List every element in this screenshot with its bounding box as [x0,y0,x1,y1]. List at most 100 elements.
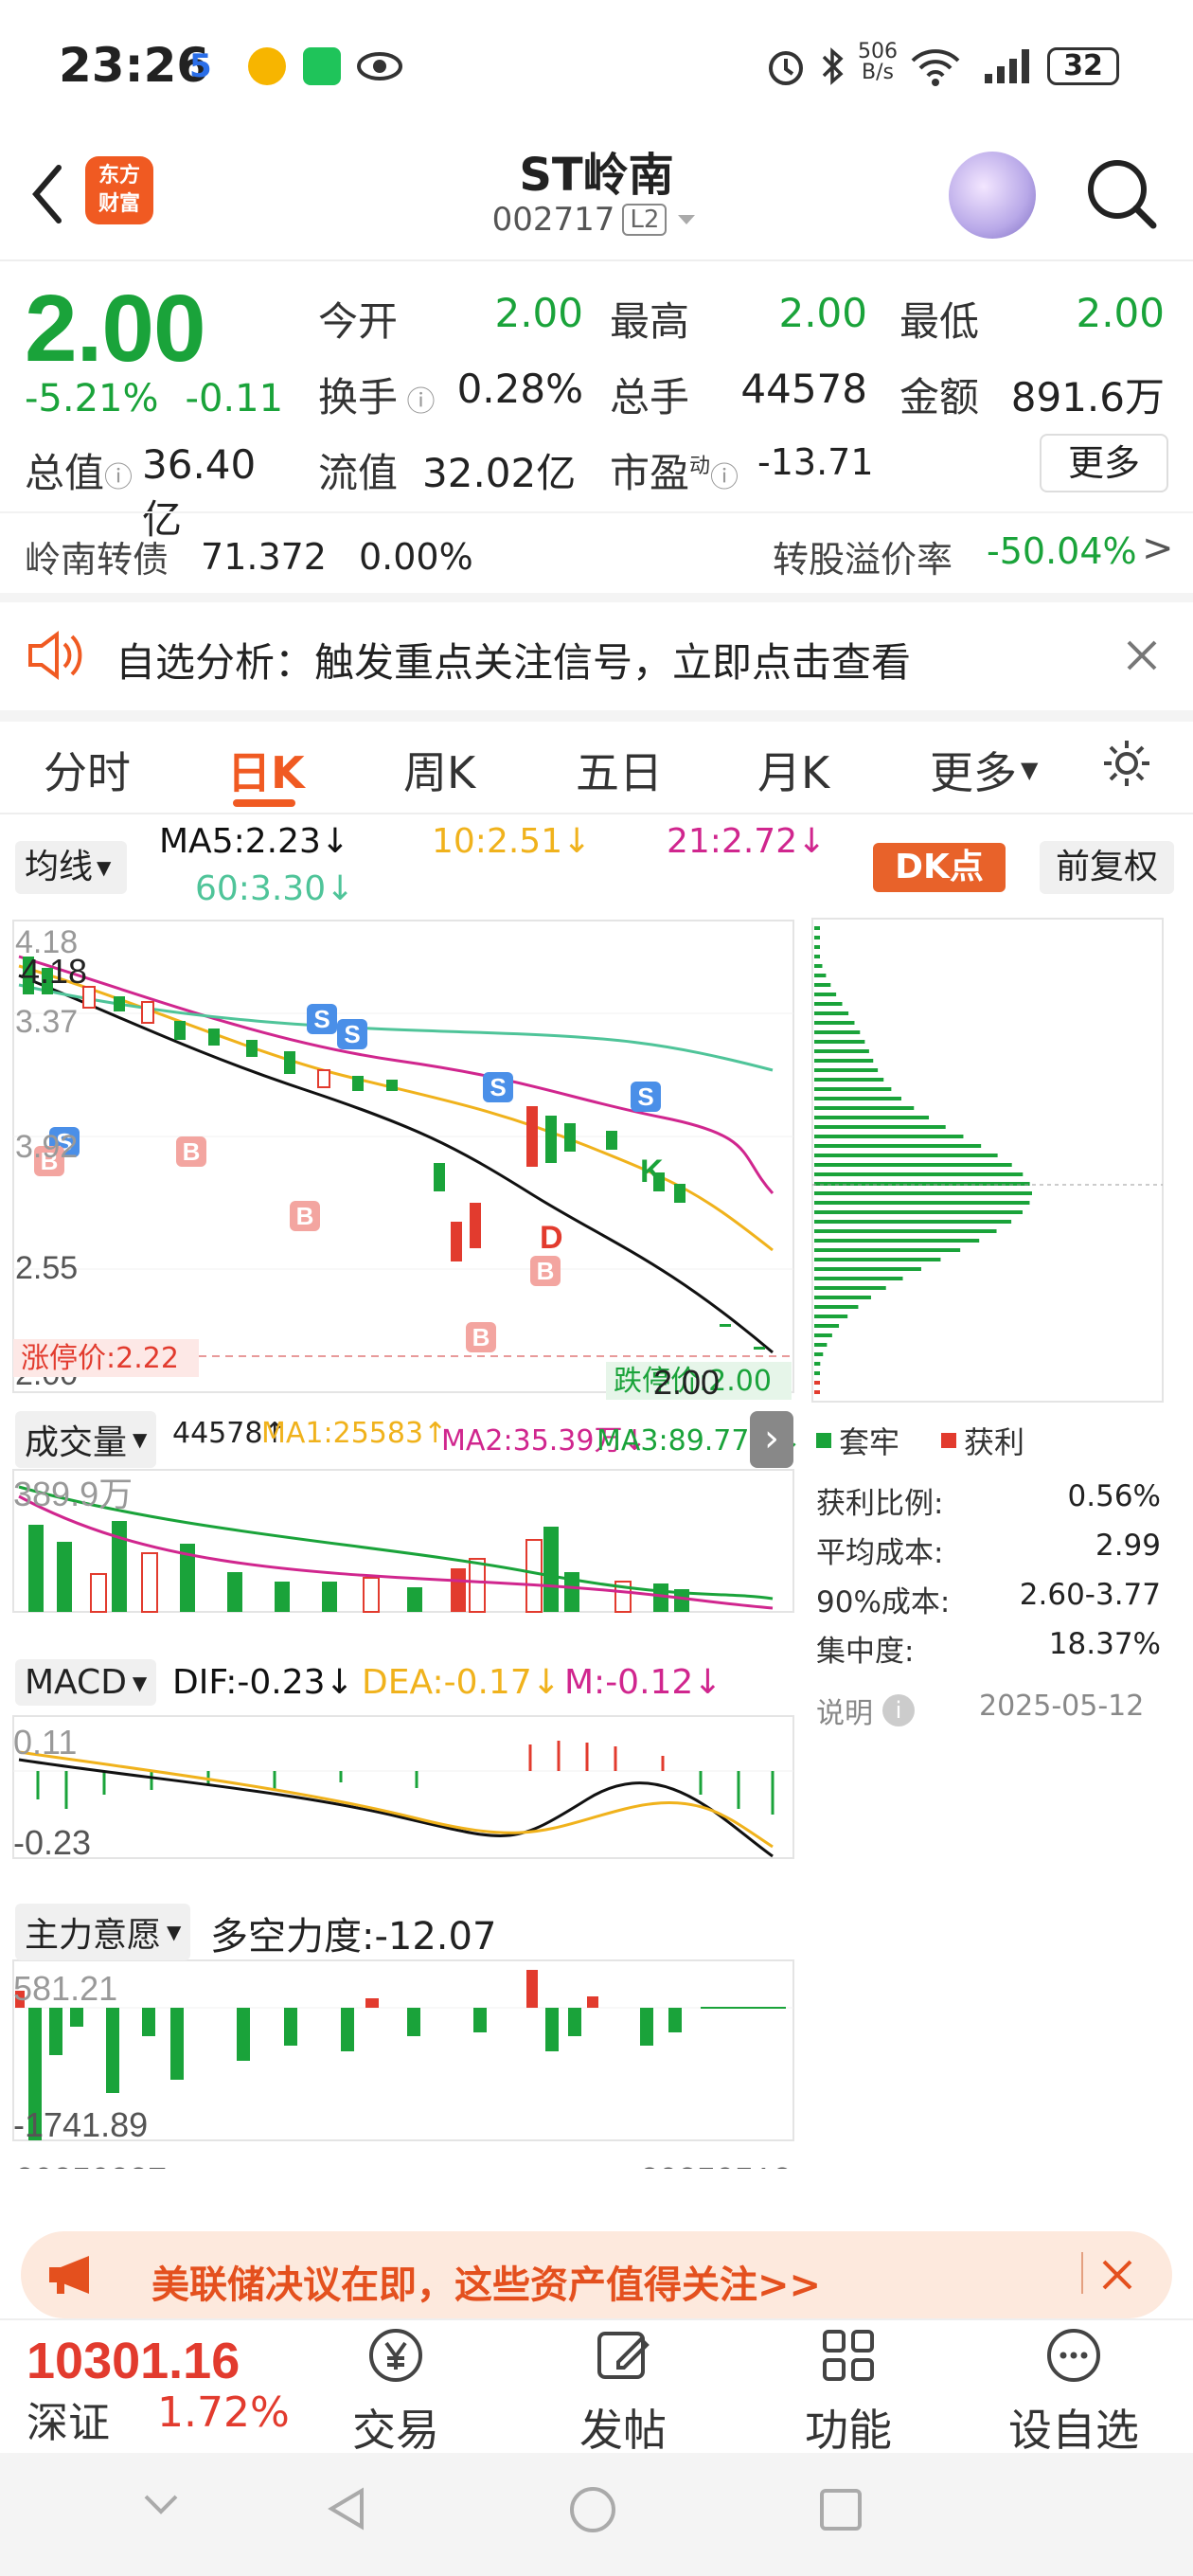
index-change[interactable]: 1.72% [157,2388,290,2437]
open-value: 2.00 [494,290,583,336]
date-end: 20250512 [640,2160,792,2169]
volume-bar [275,1582,290,1612]
ma60-line [18,983,774,1072]
volume-bar [543,1527,559,1612]
nav-post[interactable]: 发帖 [547,2322,699,2459]
expand-panel-button[interactable]: › [750,1411,793,1468]
signal-s-text: S [490,1073,506,1101]
volume-bars [28,1521,689,1613]
recents-square-icon[interactable] [818,2487,864,2532]
price-change-row: -5.21% -0.11 [25,377,283,420]
chevron-right-icon[interactable]: > [1142,527,1174,570]
low-value: 2.00 [1076,290,1165,336]
chip-bar [814,1068,879,1072]
chip-bar [814,1163,1012,1167]
chip-stat-label: 集中度: [816,1635,915,1669]
tab-daily-k[interactable]: 日K [227,739,305,801]
chip-stat-value: 0.56% [1067,1479,1161,1513]
ma21-label: 21:2.72↓ [667,822,827,861]
main-force-bar [568,2008,581,2036]
chip-note[interactable]: 说明 i [816,1690,915,1731]
chip-bar [814,1087,892,1091]
chip-bar [814,964,823,968]
more-dots-icon [1047,2329,1100,2382]
dk-point-button[interactable]: DK点 [873,843,1006,892]
tab-more[interactable]: 更多 ▼ [930,739,1038,801]
bond-price: 71.372 [201,535,327,578]
nav-functions[interactable]: 功能 [773,2322,924,2459]
chip-distribution-chart[interactable] [810,917,1165,1409]
app5-notification-icon: 5 [189,47,212,85]
info-icon: i [882,1694,915,1726]
tab-weekly-k[interactable]: 周K [403,739,475,801]
chip-bar [814,1352,824,1356]
signal-b: B B B B B [34,1136,561,1352]
header-divider [0,259,1193,261]
max-price-marker: 4.18 [21,952,87,991]
home-circle-icon[interactable] [568,2485,617,2534]
volume-ma1-label: MA1:25583↑ [261,1417,448,1450]
price-adjust-button[interactable]: 前复权 [1040,841,1174,894]
eye-icon [357,52,402,80]
bond-change: 0.00% [358,535,473,578]
amount-value: 891.6万 [1010,374,1165,420]
chip-bar [814,1097,901,1100]
ad-text[interactable]: 美联储决议在即，这些资产值得关注>> [151,2254,821,2309]
ad-close-icon[interactable] [1098,2256,1136,2294]
macd-dif-label: DIF:-0.23↓ [172,1663,354,1702]
ai-assistant-avatar[interactable] [949,152,1036,239]
profit-legend-swatch [941,1433,957,1448]
volume-bar [90,1573,107,1613]
chip-bar [814,1315,848,1318]
ma-indicator-select[interactable]: 均线 ▼ [15,841,127,894]
y2-label: 3.37 [15,1004,78,1040]
chip-bar [814,1296,871,1299]
signal-b-text: B [296,1202,314,1230]
chevron-down-icon[interactable] [142,2491,180,2519]
change-abs: -0.11 [185,377,284,420]
tab-monthly-k[interactable]: 月K [757,739,829,801]
candle [174,1021,186,1040]
tab-active-indicator [233,799,295,807]
macd-panel-frame [12,1715,794,1859]
tab-intraday[interactable]: 分时 [44,739,131,801]
notice-text[interactable]: 自选分析：触发重点关注信号，立即点击查看 [116,631,911,689]
chip-bar [814,1258,941,1261]
chip-bar [814,1362,821,1366]
main-force-bar [365,1998,379,2008]
settings-gear-icon[interactable] [1100,737,1153,790]
speaker-icon [28,631,82,680]
chip-bar [814,1390,820,1394]
grid-icon [823,2330,874,2381]
volume-bar [407,1587,422,1612]
chip-bar [814,1343,828,1347]
index-name[interactable]: 深证 [27,2388,110,2449]
search-icon[interactable] [1079,152,1165,237]
tab-five-day[interactable]: 五日 [576,739,663,801]
nav-trade[interactable]: 交易 [320,2322,472,2459]
ma5-label: MA5:2.23↓ [159,822,350,861]
chip-bar [814,1333,832,1337]
macd-indicator-select[interactable]: MACD ▼ [15,1659,157,1706]
y3-label: 3.92 [15,1129,78,1165]
kline-chart[interactable]: S S S S S B B B B B D K 4.18 4.18 3.37 3… [0,909,805,2169]
more-quote-button[interactable]: 更多 [1040,434,1168,492]
chip-bar [814,1371,820,1375]
convertible-bond-row[interactable]: 岭南转债 71.372 0.00% [25,530,473,582]
section-gap-2 [0,710,1193,722]
signal-k-text: K [640,1154,664,1190]
signal-d-text: D [540,1220,563,1256]
premium-value[interactable]: -50.04% [987,530,1137,572]
back-triangle-icon[interactable] [326,2485,367,2532]
chip-bar [814,1229,997,1233]
signal-s-text: S [313,1005,329,1033]
index-value[interactable]: 10301.16 [27,2332,240,2390]
market-cap-label: 总值ⓘ [25,450,134,496]
nav-add-watchlist[interactable]: 设自选 [998,2322,1149,2459]
volume-indicator-select[interactable]: 成交量 ▼ [15,1411,157,1468]
chip-bar [814,1125,946,1129]
close-icon[interactable] [1123,636,1161,674]
main-force-indicator-select[interactable]: 主力意愿 ▼ [15,1904,191,1960]
chip-bar [814,1011,849,1015]
volume-bar [451,1568,466,1612]
